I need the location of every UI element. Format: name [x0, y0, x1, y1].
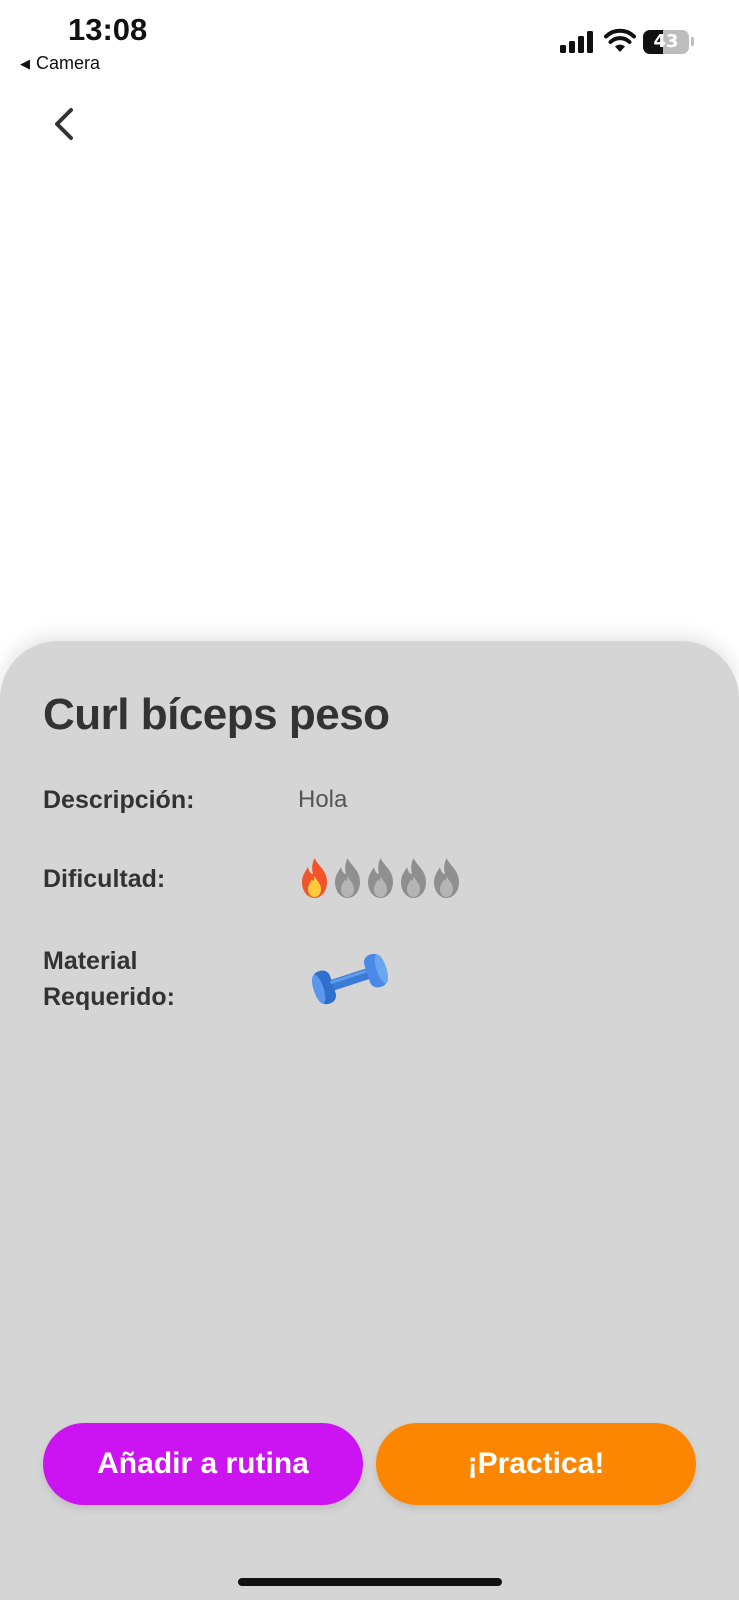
description-label: Descripción:: [43, 786, 195, 814]
battery-cap: [691, 37, 694, 46]
back-button[interactable]: [44, 100, 84, 148]
material-label-line1: Material: [43, 947, 138, 975]
flame-inactive-icon: [401, 858, 426, 898]
back-triangle-icon: ◀: [20, 55, 30, 71]
flame-inactive-icon: [434, 858, 459, 898]
wifi-icon: [604, 28, 636, 52]
flame-inactive-icon: [335, 858, 360, 898]
material-label: Material Requerido:: [43, 943, 243, 1015]
home-indicator: [238, 1578, 502, 1586]
status-time: 13:08: [68, 12, 148, 47]
practice-button[interactable]: ¡Practica!: [376, 1423, 696, 1505]
cellular-signal-icon: [560, 31, 593, 53]
difficulty-rating: [298, 856, 463, 900]
back-app-label: Camera: [36, 53, 101, 73]
chevron-left-icon: [55, 108, 73, 140]
flame-inactive-icon: [368, 858, 393, 898]
dumbbell-icon: [311, 953, 389, 1005]
exercise-title: Curl bíceps peso: [43, 690, 390, 739]
back-to-camera-link[interactable]: ◀ Camera: [20, 53, 100, 74]
add-to-routine-button[interactable]: Añadir a rutina: [43, 1423, 363, 1505]
battery-level-text: 43: [653, 31, 679, 52]
flame-active-icon: [302, 858, 327, 898]
difficulty-label: Dificultad:: [43, 865, 166, 893]
battery-icon: 43: [643, 30, 689, 54]
material-label-line2: Requerido:: [43, 983, 175, 1011]
description-value: Hola: [298, 786, 348, 813]
status-bar: 13:08 ◀ Camera 43: [0, 0, 739, 80]
